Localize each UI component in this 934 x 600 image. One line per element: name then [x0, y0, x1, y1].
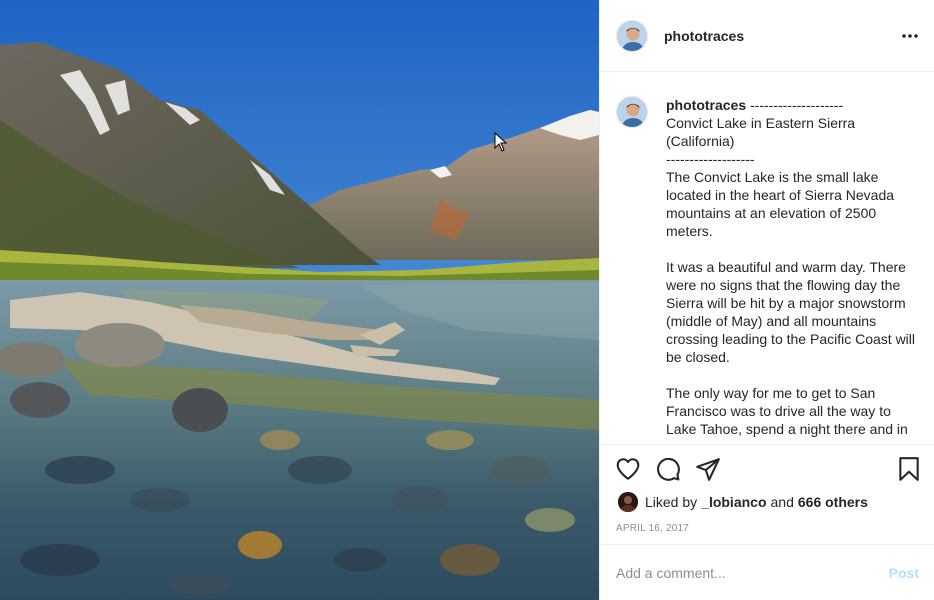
caption-username[interactable]: phototraces	[666, 97, 746, 113]
more-options-icon	[902, 34, 918, 38]
profile-photo-icon	[617, 97, 647, 127]
caption-author-avatar[interactable]	[616, 96, 648, 128]
profile-photo-icon	[617, 21, 647, 51]
post-side-panel: phototraces phototraces ----------------…	[599, 0, 934, 600]
mouse-cursor-icon	[494, 132, 508, 152]
comments-section[interactable]: phototraces -------------------- Convict…	[600, 72, 934, 444]
liker-username[interactable]: _lobianco	[701, 494, 766, 510]
post-caption: phototraces -------------------- Convict…	[666, 96, 918, 438]
like-button[interactable]	[614, 455, 642, 483]
more-options-button[interactable]	[899, 26, 921, 46]
comment-input[interactable]	[616, 563, 876, 583]
save-button[interactable]	[895, 455, 923, 483]
heart-icon	[616, 458, 640, 480]
profile-photo-icon	[618, 492, 638, 512]
liker-avatar[interactable]	[618, 492, 638, 512]
post-actions: Liked by _lobianco and 666 others APRIL …	[600, 444, 934, 544]
likes-summary: Liked by _lobianco and 666 others	[618, 492, 868, 512]
caption-text: -------------------- Convict Lake in Eas…	[666, 97, 916, 437]
lake-mountain-image	[0, 0, 599, 600]
post-header: phototraces	[600, 0, 934, 72]
add-comment-bar: Post	[600, 544, 934, 600]
likes-joiner: and	[770, 494, 794, 510]
likes-others-link[interactable]: 666 others	[798, 494, 868, 510]
comment-button[interactable]	[654, 455, 682, 483]
author-avatar[interactable]	[616, 20, 648, 52]
likes-prefix: Liked by	[645, 494, 698, 510]
author-username[interactable]: phototraces	[664, 28, 744, 44]
post-comment-button[interactable]: Post	[889, 565, 919, 581]
post-date[interactable]: APRIL 16, 2017	[616, 523, 689, 534]
comment-bubble-icon	[657, 457, 680, 481]
paper-plane-icon	[696, 458, 720, 481]
post-photo[interactable]	[0, 0, 599, 600]
share-button[interactable]	[694, 455, 722, 483]
bookmark-icon	[899, 457, 919, 481]
